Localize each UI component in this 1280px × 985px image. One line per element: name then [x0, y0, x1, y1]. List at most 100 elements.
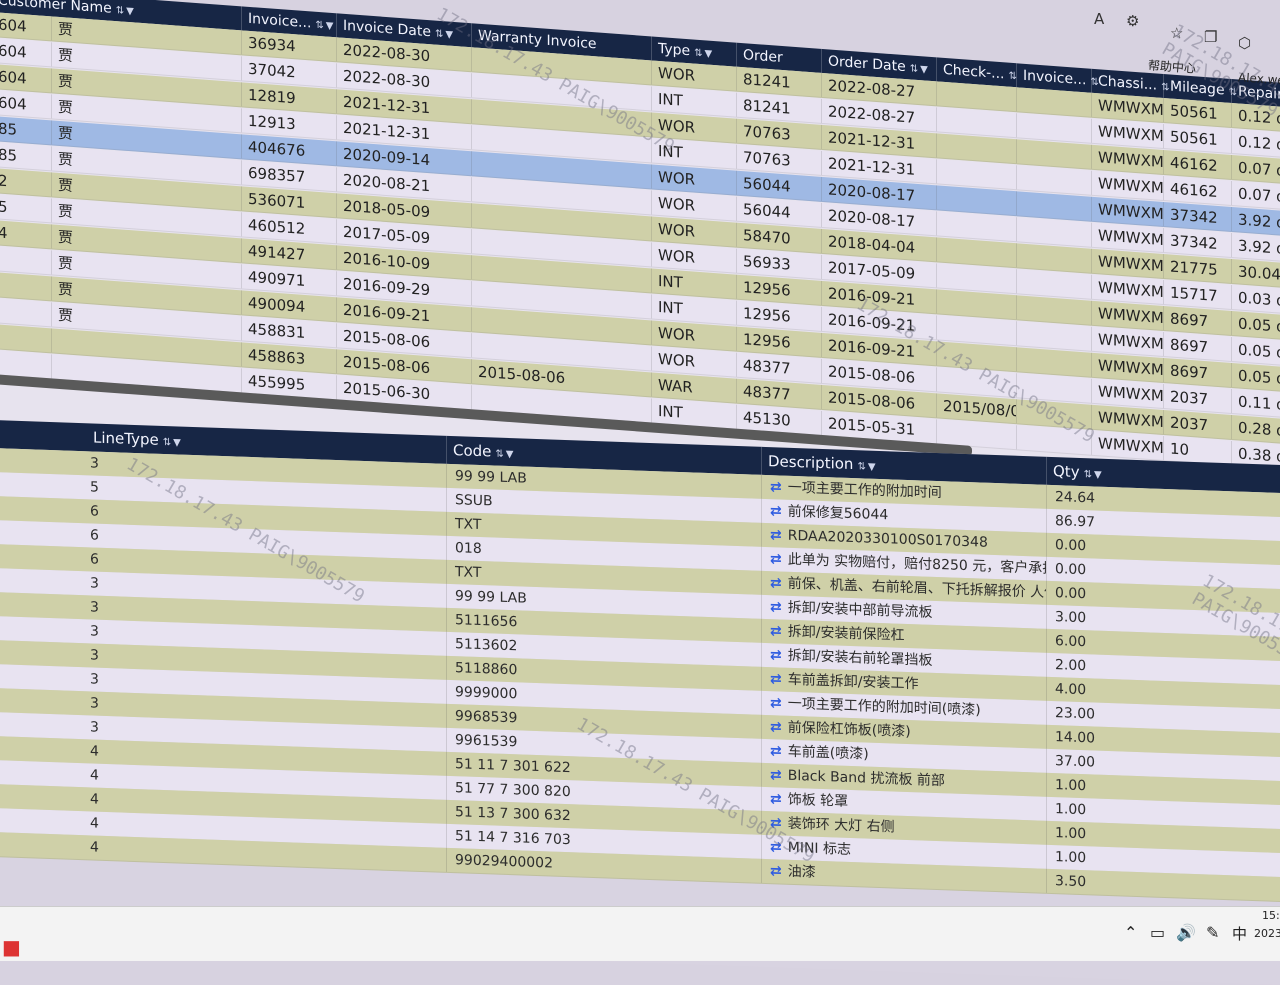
sort-icon[interactable]: ⇅ — [116, 5, 124, 17]
cell-id: 604 — [0, 90, 52, 119]
help-center-link[interactable]: 帮助中心 — [1147, 56, 1197, 76]
filter-icon[interactable]: ▼ — [1094, 469, 1102, 480]
cell-id: 85 — [0, 116, 52, 145]
cell-repair: 3.92 day — [1232, 207, 1280, 236]
chevron-up-icon[interactable]: ⌃ — [1124, 923, 1137, 942]
favorite-icon[interactable]: ☆ — [1170, 24, 1183, 42]
sort-icon[interactable]: ⇅ — [163, 437, 171, 448]
pen-icon[interactable]: ✎ — [1206, 923, 1219, 942]
font-size-icon[interactable]: A — [1094, 10, 1104, 28]
cell-id: 2 — [0, 168, 52, 197]
description-text: 一项主要工作的附加时间 — [787, 479, 942, 502]
description-text: RDAA2020330100S0170348 — [787, 527, 988, 551]
description-text: 拆卸/安装前保险杠 — [787, 623, 905, 644]
sort-icon[interactable]: ⇅ — [1008, 71, 1016, 83]
collection-icon[interactable]: ❐ — [1204, 28, 1217, 46]
sort-icon[interactable]: ⇅ — [910, 63, 918, 75]
cell-check — [937, 315, 1017, 346]
cell-chassis: WMWXM51... — [1092, 378, 1164, 409]
cell-mileage: 2037 — [1164, 384, 1232, 414]
cell-inv2 — [1017, 373, 1092, 403]
clock-time[interactable]: 15: — [1262, 909, 1280, 922]
swap-icon[interactable]: ⇄ — [770, 791, 782, 807]
cell-mileage: 8697 — [1164, 358, 1232, 388]
cell-inv2 — [1017, 139, 1092, 169]
sort-icon[interactable]: ⇅ — [435, 29, 443, 41]
filter-icon[interactable]: ▼ — [326, 21, 334, 33]
cell-check — [937, 185, 1017, 216]
swap-icon[interactable]: ⇄ — [770, 599, 782, 615]
cell-mileage: 37342 — [1164, 202, 1232, 232]
cell-id — [0, 350, 52, 379]
cell-id: 5 — [0, 194, 52, 223]
cell-id: 604 — [0, 12, 52, 41]
swap-icon[interactable]: ⇄ — [770, 479, 782, 495]
filter-icon[interactable]: ▼ — [705, 48, 713, 60]
cell-type: WOR — [652, 190, 737, 221]
cell-order: 70763 — [737, 144, 822, 175]
swap-icon[interactable]: ⇄ — [770, 719, 782, 735]
cell-inv2 — [1017, 191, 1092, 221]
cell-id: 604 — [0, 38, 52, 67]
cell-repair: 0.12 day — [1232, 103, 1280, 132]
cell-chassis: WMWXM51... — [1092, 404, 1164, 435]
cell-repair: 0.07 day — [1232, 155, 1280, 184]
cell-check — [937, 159, 1017, 190]
filter-icon[interactable]: ▼ — [445, 29, 453, 41]
cell-mileage: 8697 — [1164, 306, 1232, 336]
swap-icon[interactable]: ⇄ — [770, 815, 782, 831]
swap-icon[interactable]: ⇄ — [770, 863, 782, 879]
cell-chassis: WMWXM51... — [1092, 248, 1164, 279]
app-icon[interactable]: ■ — [2, 935, 21, 959]
settings-icon[interactable]: ⚙ — [1126, 12, 1139, 30]
cell-mileage: 8697 — [1164, 332, 1232, 362]
swap-icon[interactable]: ⇄ — [770, 551, 782, 567]
description-text: 饰板 轮罩 — [787, 791, 849, 810]
description-text: 一项主要工作的附加时间(喷漆) — [787, 695, 981, 719]
swap-icon[interactable]: ⇄ — [770, 503, 782, 519]
filter-icon[interactable]: ▼ — [506, 449, 514, 460]
swap-icon[interactable]: ⇄ — [770, 623, 782, 639]
swap-icon[interactable]: ⇄ — [770, 743, 782, 759]
sort-icon[interactable]: ⇅ — [694, 48, 702, 60]
cell-order: 12956 — [737, 326, 822, 357]
network-icon[interactable]: ▭ — [1150, 923, 1165, 942]
cell-id: 85 — [0, 142, 52, 171]
sort-icon[interactable]: ⇅ — [857, 461, 865, 472]
swap-icon[interactable]: ⇄ — [770, 671, 782, 687]
swap-icon[interactable]: ⇄ — [770, 647, 782, 663]
cell-id — [0, 298, 52, 327]
swap-icon[interactable]: ⇄ — [770, 575, 782, 591]
cell-inv2 — [1017, 165, 1092, 195]
cell-order: 81241 — [737, 92, 822, 123]
cell-id — [0, 246, 52, 275]
cell-chassis: WMWXM51... — [1092, 222, 1164, 253]
ime-indicator[interactable]: 中 — [1232, 923, 1247, 944]
cell-repair: 30.04 da — [1232, 259, 1280, 288]
swap-icon[interactable]: ⇄ — [770, 839, 782, 855]
sort-icon[interactable]: ⇅ — [1084, 469, 1092, 480]
cell-id — [0, 272, 52, 301]
cell-check — [937, 289, 1017, 320]
invoice-lines-grid: LineType ⇅ ▼ Code ⇅ ▼ Description ⇅ ▼ Qty ⇅ ▼ 39… — [0, 420, 1280, 985]
clock-date[interactable]: 2023/ — [1254, 927, 1280, 940]
cell-repair: 0.28 day — [1232, 415, 1280, 444]
swap-icon[interactable]: ⇄ — [770, 767, 782, 783]
filter-icon[interactable]: ▼ — [920, 64, 928, 76]
cell-repair: 0.11 day — [1232, 389, 1280, 418]
description-text: 拆卸/安装右前轮罩挡板 — [787, 647, 933, 669]
cell-inv2 — [1017, 295, 1092, 325]
swap-icon[interactable]: ⇄ — [770, 695, 782, 711]
cell-mileage: 2037 — [1164, 410, 1232, 440]
filter-icon[interactable]: ▼ — [868, 462, 876, 473]
cell-type: INT — [652, 86, 737, 117]
swap-icon[interactable]: ⇄ — [770, 527, 782, 543]
volume-icon[interactable]: 🔊 — [1176, 923, 1196, 942]
filter-icon[interactable]: ▼ — [126, 6, 134, 18]
filter-icon[interactable]: ▼ — [173, 437, 181, 448]
cell-type: WOR — [652, 346, 737, 377]
sort-icon[interactable]: ⇅ — [495, 449, 503, 460]
cell-type: INT — [652, 268, 737, 299]
extension-icon[interactable]: ⬡ — [1238, 34, 1251, 52]
sort-icon[interactable]: ⇅ — [315, 20, 323, 32]
